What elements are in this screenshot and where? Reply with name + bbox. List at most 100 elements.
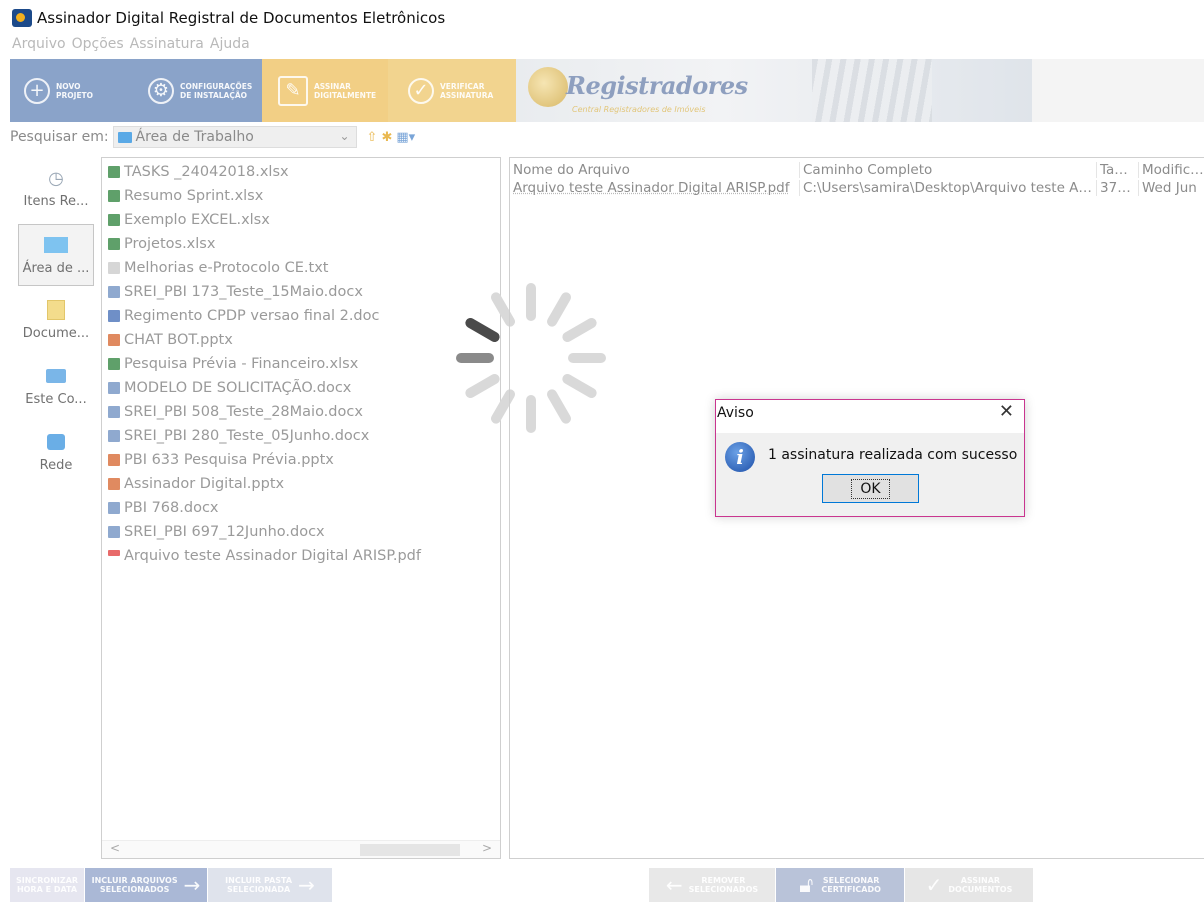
close-icon[interactable]: ✕ — [999, 401, 1014, 422]
excel-file-icon — [108, 238, 120, 250]
new-folder-icon[interactable]: ✱ — [381, 130, 392, 145]
verificar-assinatura-button[interactable]: ✓ VERIFICAR ASSINATURA — [388, 59, 516, 122]
place-computer[interactable]: Este Co... — [18, 356, 94, 418]
arrow-right-icon: → — [183, 872, 201, 897]
scroll-left-icon[interactable]: < — [110, 841, 120, 855]
file-item[interactable]: Regimento CPDP versao final 2.doc — [102, 304, 500, 328]
horizontal-scrollbar[interactable]: < > — [102, 840, 500, 858]
file-item[interactable]: Pesquisa Prévia - Financeiro.xlsx — [102, 352, 500, 376]
aviso-dialog: Aviso ✕ i 1 assinatura realizada com suc… — [715, 399, 1025, 517]
gear-icon: ⚙ — [148, 77, 174, 104]
incluir-arquivos-button[interactable]: INCLUIR ARQUIVOS SELECIONADOS → — [85, 868, 207, 902]
network-icon — [44, 430, 68, 454]
selecionar-certificado-button[interactable]: 🔓︎ SELECIONAR CERTIFICADO — [776, 868, 904, 902]
desktop-icon — [44, 233, 68, 257]
arrow-left-icon: ← — [665, 872, 683, 897]
check-circle-icon: ✓ — [408, 77, 434, 104]
sign-pen-icon: ✎ — [278, 75, 308, 106]
cell-tamanho: 37044 — [1097, 180, 1139, 196]
file-item[interactable]: SREI_PBI 508_Teste_28Maio.docx — [102, 400, 500, 424]
scrollbar-thumb[interactable] — [360, 844, 460, 856]
word-file-icon — [108, 310, 120, 322]
menu-arquivo[interactable]: Arquivo — [12, 36, 68, 58]
scroll-right-icon[interactable]: > — [482, 841, 492, 855]
file-toolbar: ⇧ ✱ ▦▾ — [367, 130, 416, 145]
table-row[interactable]: Arquivo teste Assinador Digital ARISP.pd… — [510, 180, 1204, 196]
up-folder-icon[interactable]: ⇧ — [367, 130, 378, 145]
cell-nome: Arquivo teste Assinador Digital ARISP.pd… — [510, 180, 800, 196]
column-header-caminho[interactable]: Caminho Completo — [800, 162, 1097, 178]
configuracoes-button[interactable]: ⚙ CONFIGURAÇÕES DE INSTALAÇÃO — [136, 59, 262, 122]
spinner-segment — [465, 318, 500, 342]
remover-button[interactable]: ← REMOVER SELECIONADOS — [649, 868, 775, 902]
file-item[interactable]: CHAT BOT.pptx — [102, 328, 500, 352]
info-icon: i — [725, 442, 755, 472]
location-value: Área de Trabalho — [135, 129, 254, 145]
word-file-icon — [108, 502, 120, 514]
file-item[interactable]: SREI_PBI 697_12Junho.docx — [102, 520, 500, 544]
lock-icon: 🔓︎ — [799, 872, 814, 898]
chevron-down-icon[interactable]: ⌄ — [339, 129, 349, 143]
place-desktop[interactable]: Área de ... — [18, 224, 94, 286]
recent-clock-icon: ◷ — [48, 167, 64, 189]
menu-bar: Arquivo Opções Assinatura Ajuda — [12, 36, 252, 58]
novo-projeto-button[interactable]: + NOVO PROJETO — [10, 59, 136, 122]
file-item[interactable]: Resumo Sprint.xlsx — [102, 184, 500, 208]
word-file-icon — [108, 382, 120, 394]
assinar-digitalmente-button[interactable]: ✎ ASSINAR DIGITALMENTE — [262, 59, 388, 122]
spinner-segment — [491, 292, 515, 327]
menu-assinatura[interactable]: Assinatura — [130, 36, 206, 58]
logo-emblem-icon — [528, 67, 568, 107]
word-file-icon — [108, 406, 120, 418]
file-list-items: TASKS _24042018.xlsx Resumo Sprint.xlsx … — [102, 158, 500, 568]
file-list: TASKS _24042018.xlsx Resumo Sprint.xlsx … — [101, 157, 501, 859]
spinner-segment — [465, 374, 500, 398]
column-header-modificado[interactable]: Modificado — [1139, 162, 1204, 178]
file-item[interactable]: SREI_PBI 173_Teste_15Maio.docx — [102, 280, 500, 304]
title-bar: Assinador Digital Registral de Documento… — [0, 0, 1204, 36]
column-header-tamanho[interactable]: Tam... — [1097, 162, 1139, 178]
cell-modificado: Wed Jun — [1142, 180, 1197, 196]
excel-file-icon — [108, 190, 120, 202]
file-item[interactable]: MODELO DE SOLICITAÇÃO.docx — [102, 376, 500, 400]
menu-opcoes[interactable]: Opções — [72, 36, 126, 58]
word-file-icon — [108, 430, 120, 442]
file-item[interactable]: PBI 768.docx — [102, 496, 500, 520]
bottom-action-bar: SINCRONIZAR HORA E DATA INCLUIR ARQUIVOS S… — [0, 868, 1204, 902]
spinner-segment — [491, 389, 515, 424]
excel-file-icon — [108, 358, 120, 370]
dialog-body: i 1 assinatura realizada com sucesso OK — [716, 433, 1024, 516]
file-item[interactable]: TASKS _24042018.xlsx — [102, 160, 500, 184]
app-logo-icon — [12, 9, 32, 27]
file-item[interactable]: Exemplo EXCEL.xlsx — [102, 208, 500, 232]
pdf-file-icon — [108, 550, 120, 556]
ok-button[interactable]: OK — [822, 474, 919, 503]
assinar-documentos-button[interactable]: ✓ ASSINAR DOCUMENTOS — [905, 868, 1033, 902]
dialog-title: Aviso — [717, 405, 754, 421]
file-item[interactable]: PBI 633 Pesquisa Prévia.pptx — [102, 448, 500, 472]
place-recent[interactable]: ◷ Itens Re... — [18, 158, 94, 220]
file-item[interactable]: Arquivo teste Assinador Digital ARISP.pd… — [102, 544, 500, 568]
excel-file-icon — [108, 214, 120, 226]
sign-check-icon: ✓ — [925, 872, 943, 897]
file-item[interactable]: Projetos.xlsx — [102, 232, 500, 256]
computer-icon — [44, 364, 68, 388]
powerpoint-file-icon — [108, 454, 120, 466]
places-bar: ◷ Itens Re... Área de ... Docume... Este… — [18, 158, 94, 488]
arrow-right-icon: → — [298, 872, 315, 897]
place-documents[interactable]: Docume... — [18, 290, 94, 352]
view-menu-icon[interactable]: ▦▾ — [396, 130, 415, 145]
window-title: Assinador Digital Registral de Documento… — [37, 9, 446, 27]
text-file-icon — [108, 262, 120, 274]
menu-ajuda[interactable]: Ajuda — [210, 36, 252, 58]
file-item[interactable]: Melhorias e-Protocolo CE.txt — [102, 256, 500, 280]
file-item[interactable]: SREI_PBI 280_Teste_05Junho.docx — [102, 424, 500, 448]
place-network[interactable]: Rede — [18, 422, 94, 484]
plus-circle-icon: + — [24, 77, 50, 104]
location-combobox[interactable]: Área de Trabalho ⌄ — [112, 126, 357, 148]
registradores-logo: Registradores Central Registradores de I… — [516, 59, 1032, 122]
sincronizar-button[interactable]: SINCRONIZAR HORA E DATA — [10, 868, 84, 902]
column-header-nome[interactable]: Nome do Arquivo — [510, 162, 800, 178]
incluir-pasta-button[interactable]: INCLUIR PASTA SELECIONADA → — [208, 868, 332, 902]
file-item[interactable]: Assinador Digital.pptx — [102, 472, 500, 496]
